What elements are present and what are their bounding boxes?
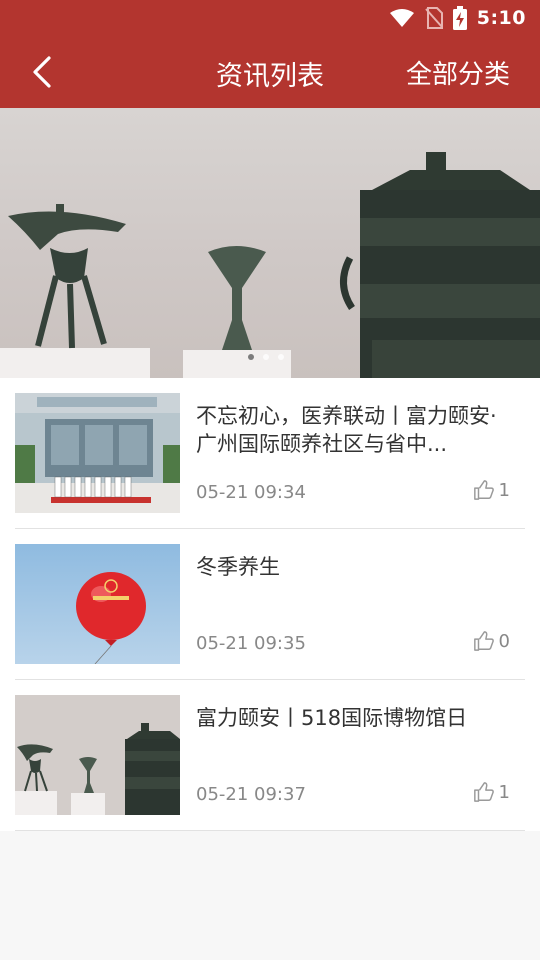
building-group-photo bbox=[15, 393, 180, 513]
like-button[interactable]: 0 bbox=[473, 630, 510, 652]
carousel-dot[interactable] bbox=[263, 354, 269, 360]
carousel-indicator bbox=[248, 354, 284, 360]
news-time: 05-21 09:37 bbox=[196, 784, 306, 805]
thumbs-up-icon bbox=[473, 782, 494, 802]
news-thumbnail bbox=[15, 544, 180, 664]
like-button[interactable]: 1 bbox=[473, 781, 510, 803]
banner-image bbox=[0, 152, 540, 378]
news-time: 05-21 09:34 bbox=[196, 482, 306, 503]
carousel-dot-active[interactable] bbox=[248, 354, 254, 360]
all-categories-button[interactable]: 全部分类 bbox=[406, 54, 510, 91]
bronze-artifacts-photo bbox=[15, 695, 180, 815]
banner-carousel[interactable] bbox=[0, 108, 540, 378]
status-bar: 5:10 bbox=[0, 0, 540, 36]
like-button[interactable]: 1 bbox=[473, 479, 510, 501]
red-balloon-photo bbox=[15, 544, 180, 664]
status-time: 5:10 bbox=[476, 7, 526, 29]
like-count: 1 bbox=[498, 781, 510, 803]
news-title: 不忘初心，医养联动丨富力颐安·广州国际颐养社区与省中... bbox=[196, 404, 497, 456]
news-time: 05-21 09:35 bbox=[196, 633, 306, 654]
no-sim-icon bbox=[424, 7, 443, 29]
news-title: 冬季养生 bbox=[196, 555, 280, 579]
news-item[interactable]: 不忘初心，医养联动丨富力颐安·广州国际颐养社区与省中... 05-21 09:3… bbox=[0, 378, 540, 529]
like-count: 1 bbox=[498, 479, 510, 501]
thumbs-up-icon bbox=[473, 631, 494, 651]
status-icons: 5:10 bbox=[389, 6, 526, 30]
news-item[interactable]: 富力颐安丨518国际博物馆日 05-21 09:37 1 bbox=[0, 680, 540, 831]
news-list: 不忘初心，医养联动丨富力颐安·广州国际颐养社区与省中... 05-21 09:3… bbox=[0, 378, 540, 831]
news-thumbnail bbox=[15, 695, 180, 815]
wifi-icon bbox=[389, 9, 414, 27]
nav-bar: 资讯列表 全部分类 bbox=[0, 36, 540, 108]
news-thumbnail bbox=[15, 393, 180, 513]
app-header: 5:10 资讯列表 全部分类 bbox=[0, 0, 540, 108]
divider bbox=[15, 830, 525, 831]
news-item[interactable]: 冬季养生 05-21 09:35 0 bbox=[0, 529, 540, 680]
news-title: 富力颐安丨518国际博物馆日 bbox=[196, 706, 468, 730]
battery-charging-icon bbox=[452, 6, 467, 30]
carousel-dot[interactable] bbox=[278, 354, 284, 360]
thumbs-up-icon bbox=[473, 480, 494, 500]
like-count: 0 bbox=[498, 630, 510, 652]
